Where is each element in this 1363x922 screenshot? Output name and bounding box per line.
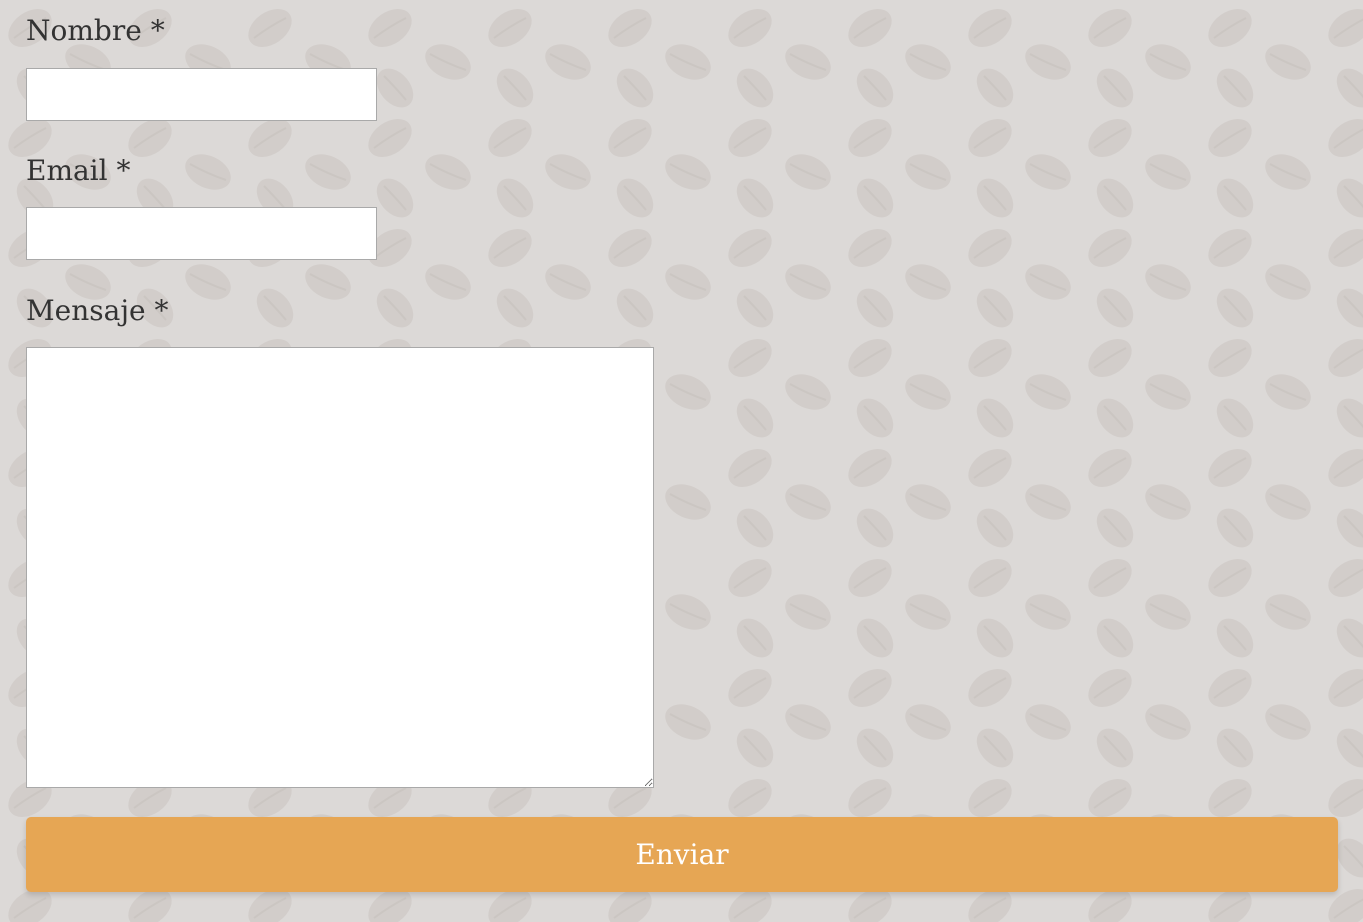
name-label: Nombre * <box>26 14 165 47</box>
email-label: Email * <box>26 154 131 187</box>
name-input[interactable] <box>26 68 377 121</box>
message-label: Mensaje * <box>26 294 169 327</box>
email-input[interactable] <box>26 207 377 260</box>
submit-button[interactable]: Enviar <box>26 817 1338 892</box>
message-textarea[interactable] <box>26 347 654 788</box>
